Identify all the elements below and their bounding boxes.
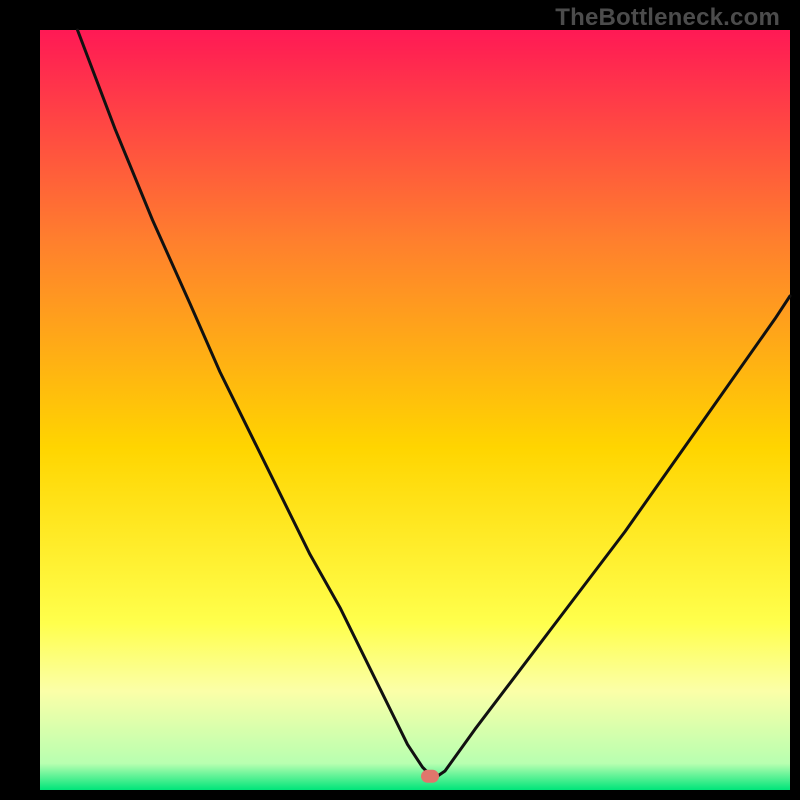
gradient-background	[40, 30, 790, 790]
bottleneck-chart	[0, 0, 800, 800]
optimum-marker	[421, 770, 439, 783]
watermark-text: TheBottleneck.com	[555, 4, 780, 32]
chart-frame: TheBottleneck.com	[0, 0, 800, 800]
